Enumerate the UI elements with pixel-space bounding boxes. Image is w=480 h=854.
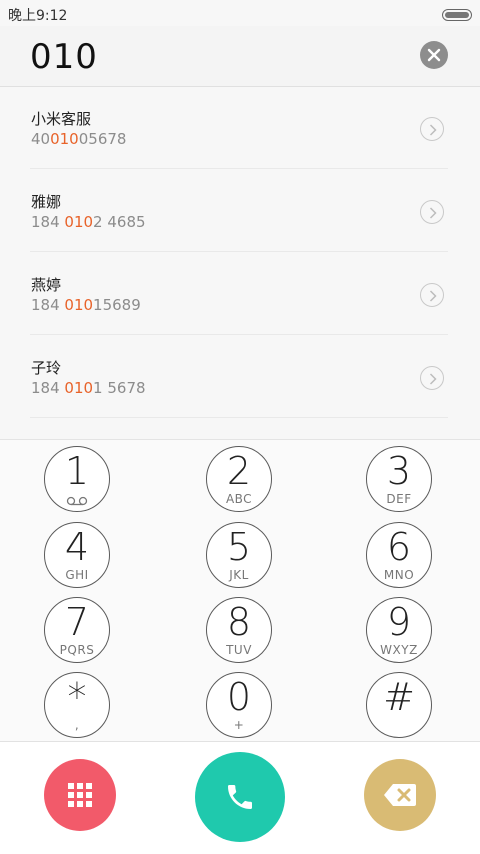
status-bar: 晚上9:12 [0, 0, 480, 26]
voicemail-icon [45, 491, 109, 510]
contact-name: 子玲 [31, 359, 62, 377]
chevron-right-icon [429, 207, 437, 219]
key-star[interactable]: * , [44, 672, 110, 738]
key-4[interactable]: 4 GHI [44, 522, 110, 588]
call-button[interactable] [195, 752, 285, 842]
chevron-right-icon [429, 124, 437, 136]
contact-detail-button[interactable] [420, 366, 444, 390]
contact-number: 184 0102 4685 [31, 213, 146, 231]
key-0[interactable]: 0 + [206, 672, 272, 738]
dial-keypad: 1 2 ABC 3 DEF 4 GHI 5 JKL 6 MNO 7 PQRS 8… [0, 440, 480, 741]
contact-detail-button[interactable] [420, 200, 444, 224]
contact-name: 雅娜 [31, 193, 62, 211]
contact-number: 184 01015689 [31, 296, 141, 314]
contact-detail-button[interactable] [420, 117, 444, 141]
search-results-list: 小米客服 4001005678 雅娜 184 0102 4685 燕婷 184 … [0, 87, 480, 440]
chevron-right-icon [429, 373, 437, 385]
dial-action-bar [0, 741, 480, 854]
backspace-icon [384, 784, 416, 806]
key-3[interactable]: 3 DEF [366, 446, 432, 512]
status-time: 晚上9:12 [8, 8, 68, 24]
dial-input-row: 010 [0, 26, 480, 87]
result-item[interactable]: 燕婷 184 01015689 [0, 253, 480, 335]
key-1[interactable]: 1 [44, 446, 110, 512]
result-item[interactable]: 雅娜 184 0102 4685 [0, 170, 480, 252]
contact-name: 小米客服 [31, 110, 92, 128]
result-item[interactable]: 子玲 184 0101 5678 [0, 336, 480, 418]
contact-name: 燕婷 [31, 276, 62, 294]
number-match-highlight: 010 [64, 213, 94, 231]
grid-icon [68, 783, 92, 807]
contact-detail-button[interactable] [420, 283, 444, 307]
number-match-highlight: 010 [64, 296, 94, 314]
keypad-toggle-button[interactable] [44, 759, 116, 831]
contact-number: 4001005678 [31, 130, 127, 148]
key-7[interactable]: 7 PQRS [44, 597, 110, 663]
key-8[interactable]: 8 TUV [206, 597, 272, 663]
backspace-button[interactable] [364, 759, 436, 831]
dial-input[interactable]: 010 [30, 37, 98, 77]
key-6[interactable]: 6 MNO [366, 522, 432, 588]
number-match-highlight: 010 [64, 379, 94, 397]
battery-icon [442, 9, 472, 21]
key-5[interactable]: 5 JKL [206, 522, 272, 588]
key-9[interactable]: 9 WXYZ [366, 597, 432, 663]
clear-input-button[interactable] [420, 41, 448, 69]
contact-number: 184 0101 5678 [31, 379, 146, 397]
key-2[interactable]: 2 ABC [206, 446, 272, 512]
number-match-highlight: 010 [50, 130, 79, 148]
close-icon [427, 48, 441, 62]
chevron-right-icon [429, 290, 437, 302]
phone-icon [228, 785, 252, 809]
result-item[interactable]: 小米客服 4001005678 [0, 87, 480, 169]
key-hash[interactable]: # [366, 672, 432, 738]
